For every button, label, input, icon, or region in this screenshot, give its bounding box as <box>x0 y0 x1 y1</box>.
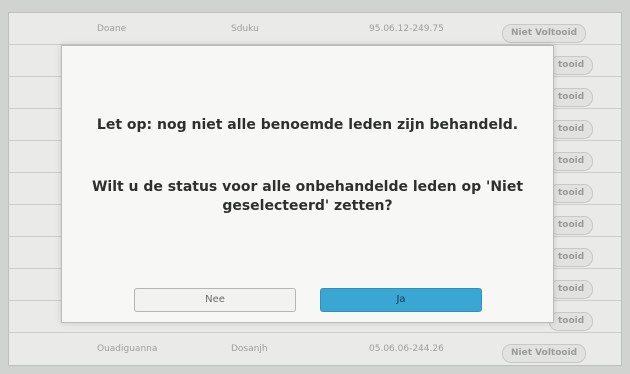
dialog-warning-text: Let op: nog niet alle benoemde leden zij… <box>96 117 519 133</box>
screen: Doane Sduku 95.06.12-249.75 Niet Voltooi… <box>0 0 630 374</box>
yes-button[interactable]: Ja <box>320 288 482 312</box>
no-button[interactable]: Nee <box>134 288 296 312</box>
confirm-dialog: Let op: nog niet alle benoemde leden zij… <box>61 45 554 323</box>
dialog-question-text: Wilt u de status voor alle onbehandelde … <box>91 179 524 214</box>
